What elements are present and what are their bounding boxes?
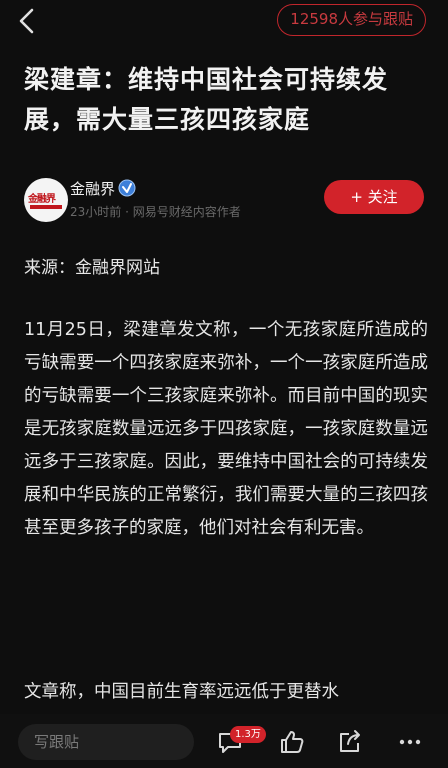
author-meta: 23小时前 · 网易号财经内容作者: [70, 205, 241, 219]
avatar-logo-text: 金融界: [28, 194, 56, 205]
comment-count-badge: 1.3万: [230, 726, 266, 743]
bottom-bar: 写跟贴 1.3万: [0, 714, 448, 768]
article-source: 来源：金融界网站: [24, 258, 160, 278]
back-button[interactable]: [14, 6, 40, 36]
article-paragraph: 11月25日，梁建章发文称，一个无孩家庭所造成的亏缺需要一个四孩家庭来弥补，一个…: [24, 320, 428, 538]
avatar[interactable]: 金融界: [24, 178, 68, 222]
verified-icon: [118, 179, 136, 197]
article-paragraph: 文章称，中国目前生育率远远低于更替水: [24, 682, 339, 702]
author-row: 金融界 金融界 23小时前 · 网易号财经内容作者 + 关注: [24, 176, 434, 228]
chevron-left-icon: [19, 8, 34, 34]
more-icon[interactable]: [396, 728, 424, 756]
follow-count-pill[interactable]: 12598人参与跟贴: [277, 4, 426, 36]
author-name[interactable]: 金融界: [70, 178, 115, 199]
avatar-logo-bar: [30, 205, 62, 209]
comment-input[interactable]: 写跟贴: [18, 724, 194, 760]
follow-button[interactable]: + 关注: [324, 180, 424, 214]
share-icon[interactable]: [336, 728, 364, 756]
like-icon[interactable]: [278, 728, 306, 756]
top-bar: 12598人参与跟贴: [0, 0, 448, 44]
article-title: 梁建章：维持中国社会可持续发展，需大量三孩四孩家庭: [24, 65, 389, 134]
